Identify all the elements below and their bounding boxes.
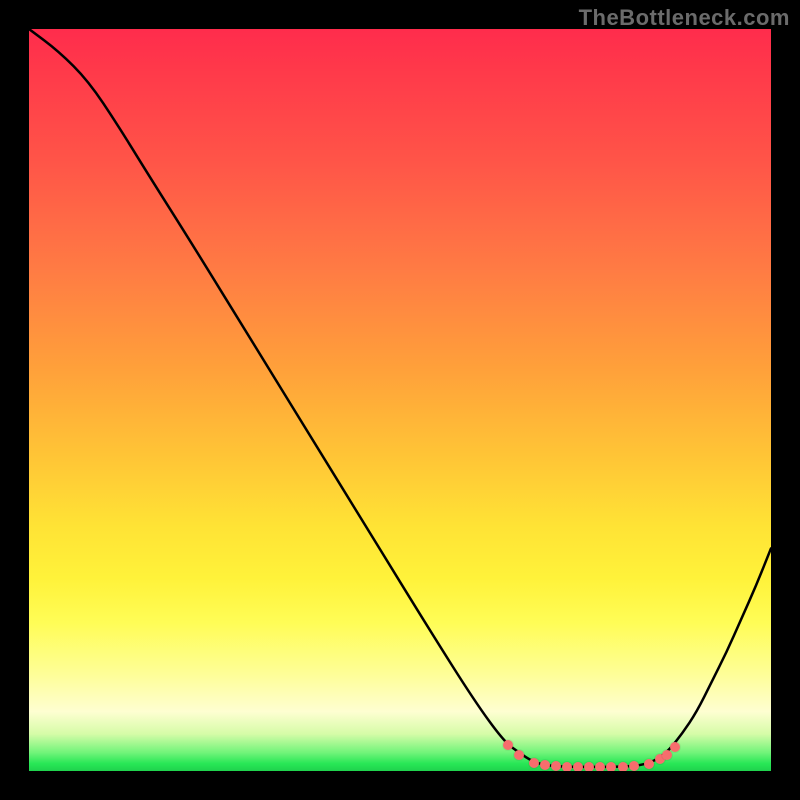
data-marker	[644, 759, 654, 769]
data-marker	[573, 762, 583, 771]
data-marker	[503, 740, 513, 750]
data-marker	[618, 762, 628, 771]
data-marker	[514, 750, 524, 760]
data-marker	[662, 750, 672, 760]
data-marker	[606, 762, 616, 771]
data-marker	[540, 760, 550, 770]
data-marker	[670, 742, 680, 752]
gradient-background	[29, 29, 771, 771]
data-marker	[551, 761, 561, 771]
chart-canvas: TheBottleneck.com	[0, 0, 800, 800]
data-marker	[562, 762, 572, 771]
data-marker	[595, 762, 605, 771]
data-marker	[529, 758, 539, 768]
data-marker	[629, 761, 639, 771]
plot-area	[29, 29, 771, 771]
watermark-text: TheBottleneck.com	[579, 5, 790, 31]
data-marker	[584, 762, 594, 771]
